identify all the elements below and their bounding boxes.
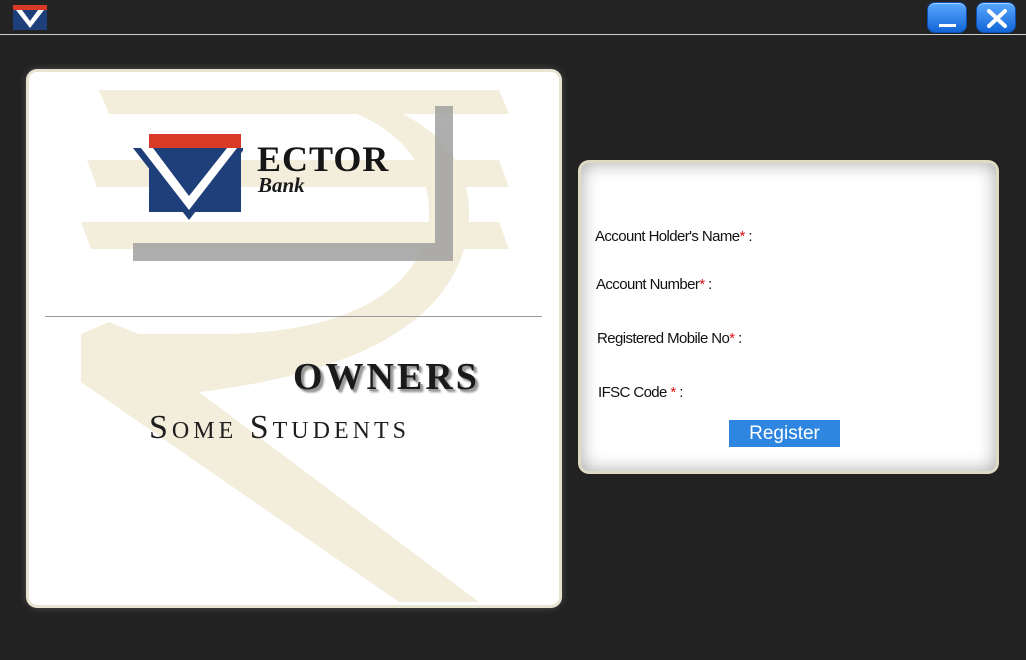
register-button[interactable]: Register — [729, 420, 840, 447]
close-button[interactable] — [976, 2, 1016, 33]
field-label-suffix: : — [704, 276, 712, 293]
account-holder-name-label: Account Holder's Name* : — [595, 228, 753, 245]
field-label-text: IFSC Code — [598, 384, 671, 401]
field-label-suffix: : — [734, 330, 742, 347]
owners-name: Some Students — [149, 409, 410, 446]
owners-heading: OWNERS — [293, 356, 480, 398]
minimize-icon — [939, 24, 956, 27]
logo-subtitle: Bank — [258, 173, 305, 197]
vector-logo-icon — [133, 134, 243, 220]
panel-divider — [45, 316, 542, 317]
title-bar-divider — [0, 34, 1026, 35]
minimize-button[interactable] — [927, 2, 967, 33]
ifsc-code-label: IFSC Code * : — [598, 384, 683, 401]
field-label-suffix: : — [675, 384, 683, 401]
branding-panel: ECTOR Bank OWNERS Some Students — [29, 72, 559, 605]
registered-mobile-label: Registered Mobile No* : — [597, 330, 742, 347]
title-bar — [0, 0, 1026, 36]
close-icon — [987, 9, 1007, 28]
field-label-text: Account Number — [596, 276, 700, 293]
field-label-text: Registered Mobile No — [597, 330, 730, 347]
app-logo-icon — [13, 5, 47, 30]
field-label-text: Account Holder's Name — [595, 228, 740, 245]
field-label-suffix: : — [744, 228, 752, 245]
account-number-label: Account Number* : — [596, 276, 712, 293]
registration-form: Account Holder's Name* : Account Number*… — [581, 163, 996, 471]
